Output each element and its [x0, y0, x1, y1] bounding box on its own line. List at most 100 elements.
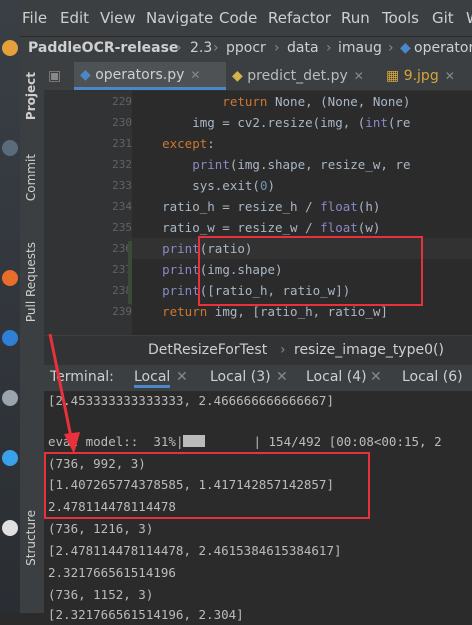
line-number: 229: [112, 95, 132, 108]
terminal-line: (736, 1152, 3): [48, 587, 154, 602]
commit-tool-label: Commit: [24, 154, 38, 202]
structure-breadcrumb: DetResizeForTest › resize_image_type0(): [44, 335, 472, 366]
tab-label: 9.jpg: [403, 68, 439, 84]
line-number: 232: [112, 158, 132, 171]
highlight-box: [198, 236, 423, 306]
dock-app-icon[interactable]: [2, 40, 18, 56]
menu-edit[interactable]: Edit: [60, 9, 89, 27]
structure-class[interactable]: DetResizeForTest: [148, 342, 267, 358]
terminal-tab-bar: Terminal: Local ✕ Local (3) ✕ Local (4) …: [44, 365, 472, 391]
dock: [0, 0, 20, 613]
dock-app-icon[interactable]: [2, 330, 18, 346]
terminal-line: [2.453333333333333, 2.466666666666667]: [48, 393, 334, 408]
progress-bar-empty: [205, 434, 253, 446]
project-tool-label: Project: [24, 72, 38, 121]
progress-bar-fill: [183, 435, 206, 447]
close-icon[interactable]: ✕: [354, 69, 364, 83]
menu-refactor[interactable]: Refactor: [268, 9, 331, 27]
code-line: sys.exit(0): [132, 178, 275, 193]
line-number: 235: [112, 221, 132, 234]
code-line: return None, (None, None): [132, 94, 411, 109]
line-number: 230: [112, 116, 132, 129]
chevron-right-icon: ›: [176, 40, 182, 56]
code-line: img = cv2.resize(img, (int(re: [132, 115, 411, 130]
menu-tools[interactable]: Tools: [382, 9, 419, 27]
tab-9-jpg[interactable]: ▦ 9.jpg ✕: [380, 62, 472, 90]
menu-run[interactable]: Run: [341, 9, 370, 27]
chevron-right-icon: ›: [388, 40, 394, 56]
dock-app-icon[interactable]: [2, 140, 18, 156]
breadcrumb-project[interactable]: PaddleOCR-release: [28, 40, 178, 56]
breadcrumb-item[interactable]: data: [287, 40, 319, 56]
terminal-output[interactable]: [2.453333333333333, 2.466666666666667] e…: [44, 391, 472, 622]
line-number-gutter: 229 230 231 232 233 234 235 236 237 238 …: [44, 91, 132, 335]
code-text: None, (None, None): [275, 94, 411, 109]
terminal-tab[interactable]: Local (4): [306, 369, 367, 385]
structure-tool-label: Structure: [24, 510, 38, 566]
terminal-tab[interactable]: Local: [134, 369, 171, 388]
tab-label: operators.py: [95, 67, 185, 83]
menu-window[interactable]: W: [466, 9, 472, 27]
breadcrumb-item[interactable]: imaug: [338, 40, 382, 56]
commit-tool-tab[interactable]: Commit: [24, 154, 38, 201]
code-line: ratio_w = resize_w / float(w): [132, 220, 381, 235]
progress-left-bar: |: [175, 434, 184, 449]
tab-operators-py[interactable]: ◆ operators.py ✕: [74, 62, 226, 90]
code-editor[interactable]: return None, (None, None) img = cv2.resi…: [132, 91, 472, 335]
menu-file[interactable]: File: [22, 9, 47, 27]
image-file-icon: ▦: [386, 68, 400, 84]
menu-git[interactable]: Git: [432, 9, 454, 27]
close-icon[interactable]: ✕: [176, 369, 188, 385]
chevron-right-icon: ›: [326, 40, 332, 56]
menu-code[interactable]: Code: [219, 9, 257, 27]
navigation-breadcrumb: PaddleOCR-release › 2.3 › ppocr › data ›…: [20, 36, 472, 63]
terminal-tab[interactable]: Local (3): [210, 369, 271, 385]
code-line: ratio_h = resize_h / float(h): [132, 199, 381, 214]
editor-tab-bar: ▣ ◆ operators.py ✕ ◆ predict_det.py ✕ ▦ 9.…: [44, 62, 472, 91]
terminal-progress-line: eval model:: 31%| | 154/492 [00:08<00:15,…: [48, 432, 442, 452]
menu-bar: File Edit View Navigate Code Refactor Ru…: [20, 0, 472, 36]
code-line: print(img.shape, resize_w, re: [192, 157, 411, 172]
python-file-icon: ◆: [400, 40, 411, 56]
terminal-line: [2.478114478114478, 2.4615384615384617]: [48, 543, 342, 558]
menu-view[interactable]: View: [100, 9, 136, 27]
line-number: 239: [112, 305, 132, 318]
line-number: 233: [112, 179, 132, 192]
menu-navigate[interactable]: Navigate: [146, 9, 213, 27]
close-icon[interactable]: ✕: [276, 369, 288, 385]
python-file-icon: ◆: [80, 67, 91, 83]
chevron-right-icon: ›: [274, 40, 280, 56]
close-icon[interactable]: ✕: [190, 68, 200, 82]
breadcrumb-item[interactable]: 2.3: [190, 40, 212, 56]
pull-requests-tool-label: Pull Requests: [24, 242, 38, 323]
dock-app-icon[interactable]: [2, 390, 18, 406]
tool-window-strip: Project Commit Pull Requests Structure: [20, 62, 45, 613]
breadcrumb-file[interactable]: operators: [414, 40, 472, 56]
progress-suffix: | 154/492 [00:08<00:15, 2: [253, 434, 442, 449]
pull-requests-tool-tab[interactable]: Pull Requests: [24, 242, 38, 322]
terminal-line: 2.321766561514196: [48, 565, 176, 580]
python-file-icon: ▣: [48, 68, 62, 84]
structure-method[interactable]: resize_image_type0(): [294, 342, 444, 358]
breadcrumb-item[interactable]: ppocr: [226, 40, 266, 56]
tab-label: predict_det.py: [247, 68, 348, 84]
code-line: except:: [132, 136, 215, 151]
chevron-right-icon: ›: [213, 40, 219, 56]
highlight-box: [44, 452, 370, 519]
structure-tool-tab[interactable]: Structure: [24, 510, 38, 566]
dock-app-icon[interactable]: [2, 270, 18, 286]
python-file-icon: ◆: [232, 68, 243, 84]
annotation-arrow: [48, 333, 80, 454]
chevron-right-icon: ›: [280, 342, 286, 358]
tab-predict-det-py[interactable]: ◆ predict_det.py ✕: [226, 62, 382, 90]
terminal-line: [2.321766561514196, 2.304]: [48, 607, 244, 622]
line-number: 231: [112, 137, 132, 150]
line-number: 234: [112, 200, 132, 213]
project-tool-tab[interactable]: Project: [24, 72, 38, 120]
dock-app-icon[interactable]: [2, 520, 18, 536]
terminal-line: (736, 1216, 3): [48, 521, 154, 536]
close-icon[interactable]: ✕: [445, 69, 455, 83]
close-icon[interactable]: ✕: [370, 369, 382, 385]
terminal-tab[interactable]: Local (6): [402, 369, 463, 385]
dock-app-icon[interactable]: [2, 450, 18, 466]
